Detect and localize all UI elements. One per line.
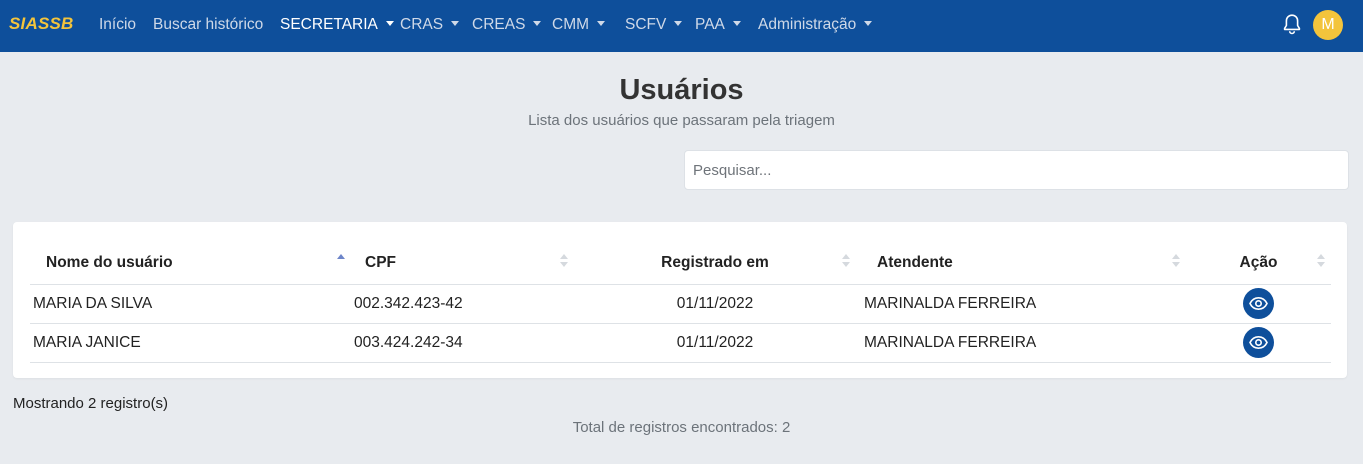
nav-cmm-dropdown[interactable]: CMM — [552, 16, 606, 34]
records-total-count: Total de registros encontrados: 2 — [572, 419, 791, 436]
sort-ascending-icon — [337, 254, 345, 270]
cell-cpf: 002.342.423-42 — [351, 284, 574, 324]
cell-acao — [1186, 323, 1331, 363]
caret-down-icon — [533, 21, 542, 26]
column-header-nome[interactable]: Nome do usuário — [30, 242, 351, 285]
nav-administracao-label: Administração — [758, 16, 857, 33]
column-header-label: Nome do usuário — [46, 253, 173, 271]
sort-icon — [560, 254, 568, 270]
users-table: Nome do usuário CPF Registrado em Atende… — [30, 242, 1331, 363]
column-header-acao[interactable]: Ação — [1186, 242, 1331, 285]
brand-logo[interactable]: SIASSB — [9, 14, 74, 34]
nav-paa-label: PAA — [695, 16, 725, 33]
column-header-label: CPF — [365, 253, 396, 271]
column-header-cpf[interactable]: CPF — [351, 242, 574, 285]
nav-inicio[interactable]: Início — [99, 16, 136, 34]
cell-nome: MARIA DA SILVA — [30, 284, 351, 324]
table-row: MARIA DA SILVA 002.342.423-42 01/11/2022… — [30, 284, 1331, 324]
cell-atendente: MARINALDA FERREIRA — [856, 284, 1186, 324]
nav-secretaria-dropdown[interactable]: SECRETARIA — [280, 16, 394, 34]
records-shown-count: Mostrando 2 registro(s) — [13, 395, 169, 412]
column-header-label: Atendente — [877, 253, 953, 271]
cell-atendente: MARINALDA FERREIRA — [856, 323, 1186, 363]
nav-scfv-label: SCFV — [625, 16, 667, 33]
table-header-row: Nome do usuário CPF Registrado em Atende… — [30, 242, 1331, 285]
nav-scfv-dropdown[interactable]: SCFV — [625, 16, 683, 34]
cell-registrado: 01/11/2022 — [574, 323, 856, 363]
column-header-label: Registrado em — [661, 253, 769, 271]
nav-creas-dropdown[interactable]: CREAS — [472, 16, 542, 34]
caret-down-icon — [385, 21, 394, 26]
nav-buscar-historico[interactable]: Buscar histórico — [153, 16, 263, 34]
nav-cras-label: CRAS — [400, 16, 444, 33]
view-user-button[interactable] — [1243, 288, 1274, 319]
cell-cpf: 003.424.242-34 — [351, 323, 574, 363]
caret-down-icon — [674, 21, 683, 26]
top-navbar: SIASSB Início Buscar histórico SECRETARI… — [0, 0, 1363, 52]
caret-down-icon — [732, 21, 741, 26]
cell-registrado: 01/11/2022 — [574, 284, 856, 324]
caret-down-icon — [597, 21, 606, 26]
nav-paa-dropdown[interactable]: PAA — [695, 16, 741, 34]
eye-icon — [1249, 335, 1268, 350]
column-header-label: Ação — [1239, 253, 1278, 271]
caret-down-icon — [864, 21, 873, 26]
cell-acao — [1186, 284, 1331, 324]
users-table-card: Nome do usuário CPF Registrado em Atende… — [13, 222, 1347, 378]
column-header-registrado[interactable]: Registrado em — [574, 242, 856, 285]
table-row: MARIA JANICE 003.424.242-34 01/11/2022 M… — [30, 323, 1331, 363]
user-avatar[interactable]: M — [1313, 10, 1343, 40]
page-subtitle: Lista dos usuários que passaram pela tri… — [528, 112, 835, 129]
search-input[interactable] — [684, 150, 1349, 190]
nav-cmm-label: CMM — [552, 16, 590, 33]
page-title: Usuários — [619, 74, 744, 106]
sort-icon — [1317, 254, 1325, 270]
nav-administracao-dropdown[interactable]: Administração — [758, 16, 873, 34]
nav-secretaria-label: SECRETARIA — [280, 16, 378, 33]
view-user-button[interactable] — [1243, 327, 1274, 358]
caret-down-icon — [451, 21, 460, 26]
cell-nome: MARIA JANICE — [30, 323, 351, 363]
sort-icon — [842, 254, 850, 270]
bell-icon[interactable] — [1282, 13, 1302, 35]
nav-cras-dropdown[interactable]: CRAS — [400, 16, 460, 34]
column-header-atendente[interactable]: Atendente — [856, 242, 1186, 285]
sort-icon — [1172, 254, 1180, 270]
eye-icon — [1249, 296, 1268, 311]
nav-creas-label: CREAS — [472, 16, 526, 33]
